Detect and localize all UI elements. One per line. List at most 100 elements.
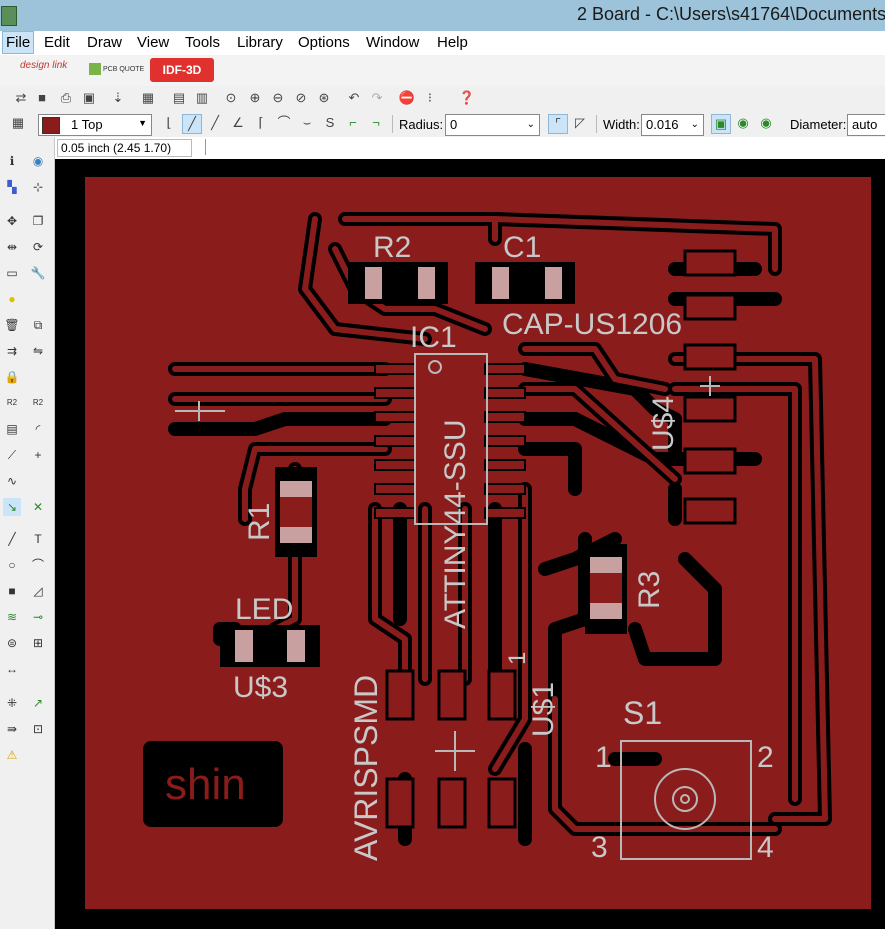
cam-icon[interactable]: ▣: [80, 89, 98, 107]
optimize-icon[interactable]: +: [29, 446, 47, 464]
display-icon[interactable]: ▚: [3, 178, 21, 196]
lock-icon[interactable]: 🔒: [3, 368, 21, 386]
errors-icon[interactable]: ⚠: [3, 746, 21, 764]
board-canvas[interactable]: R2 C1 CAP-US1206 IC1 ATTINY44-SSU U$4 R1…: [55, 159, 885, 929]
script-icon[interactable]: ⇣: [109, 89, 127, 107]
delete-icon[interactable]: 🗑: [3, 316, 21, 334]
rect-icon[interactable]: ■: [3, 582, 21, 600]
hole-icon[interactable]: ⊜: [3, 634, 21, 652]
pinswap-icon[interactable]: ⇋: [29, 342, 47, 360]
save-icon[interactable]: ■: [33, 89, 51, 107]
group-icon[interactable]: ▭: [3, 264, 21, 282]
width-select[interactable]: 0.016 ⌄: [641, 114, 704, 136]
menu-library[interactable]: Library: [237, 34, 283, 51]
info-icon[interactable]: ℹ: [3, 152, 21, 170]
zoom-select-icon[interactable]: ⊛: [315, 89, 333, 107]
attribute-icon[interactable]: ⊞: [29, 634, 47, 652]
follow-me-right-icon[interactable]: ¬: [367, 114, 385, 132]
go-icon[interactable]: ⁝: [421, 89, 439, 107]
autorouter-icon[interactable]: ↗: [29, 694, 47, 712]
copy-icon[interactable]: ❐: [29, 212, 47, 230]
round-corner-icon[interactable]: ⌜: [548, 114, 568, 134]
main-toolbar: ⇄ ■ ⎙ ▣ ⇣ ▦ ▤ ▥ ⊙ ⊕ ⊖ ⊘ ⊛ ↶ ↷ ⛔ ⁝ ❓: [0, 86, 885, 112]
mark-icon[interactable]: ⊹: [29, 178, 47, 196]
grid-icon[interactable]: ▦: [9, 114, 27, 132]
meander-icon[interactable]: ∿: [3, 472, 21, 490]
label-s1-pin2: 2: [757, 741, 774, 774]
via-icon[interactable]: ≋: [3, 608, 21, 626]
menu-window[interactable]: Window: [366, 34, 419, 51]
split-icon[interactable]: ⟋: [3, 446, 21, 464]
print-icon[interactable]: ⎙: [57, 89, 75, 107]
ripup-icon[interactable]: ✕: [29, 498, 47, 516]
wire-bend-6-icon[interactable]: ⌣: [298, 114, 316, 132]
radius-select[interactable]: 0 ⌄: [445, 114, 540, 136]
wire-bend-2-icon[interactable]: ╱: [206, 114, 224, 132]
menu-edit[interactable]: Edit: [44, 34, 70, 51]
mirror-icon[interactable]: ⇹: [3, 238, 21, 256]
show-icon[interactable]: ◉: [29, 152, 47, 170]
zoom-redraw-icon[interactable]: ⊘: [292, 89, 310, 107]
zoom-fit-icon[interactable]: ⊙: [222, 89, 240, 107]
wire-bend-3-icon[interactable]: ∠: [229, 114, 247, 132]
wire-bend-1-icon[interactable]: ╱: [182, 114, 202, 134]
help-icon[interactable]: ❓: [458, 89, 476, 107]
replace-icon[interactable]: ⇉: [3, 342, 21, 360]
menu-view[interactable]: View: [137, 34, 169, 51]
add-icon[interactable]: ⧉: [29, 316, 47, 334]
command-input[interactable]: [205, 139, 885, 155]
brd-icon[interactable]: ▥: [193, 89, 211, 107]
menu-draw[interactable]: Draw: [87, 34, 122, 51]
parameter-toolbar: ▦ 1 Top ▼ ⌊ ╱ ╱ ∠ ⌈ ⌒ ⌣ S ⌐ ¬ Radius: 0 …: [0, 111, 885, 138]
move-icon[interactable]: ✥: [3, 212, 21, 230]
name-icon[interactable]: R2: [3, 394, 21, 412]
via-round-icon[interactable]: ◉: [734, 114, 752, 132]
redo-icon[interactable]: ↷: [368, 89, 386, 107]
menu-file[interactable]: File: [2, 31, 35, 54]
design-link-button[interactable]: design link: [20, 61, 67, 71]
menu-tools[interactable]: Tools: [185, 34, 220, 51]
menu-help[interactable]: Help: [437, 34, 468, 51]
rotate-icon[interactable]: ⟳: [29, 238, 47, 256]
via-square-icon[interactable]: ▣: [711, 114, 731, 134]
label-r2: R2: [373, 231, 411, 264]
arc-icon[interactable]: ⌒: [29, 556, 47, 574]
wire-icon[interactable]: ╱: [3, 530, 21, 548]
diameter-select[interactable]: auto: [847, 114, 885, 136]
toolbar-separator: [596, 115, 597, 133]
undo-icon[interactable]: ↶: [345, 89, 363, 107]
label-ic1: IC1: [410, 321, 457, 354]
ratsnest-icon[interactable]: ⁜: [3, 694, 21, 712]
via-octagon-icon[interactable]: ◉: [757, 114, 775, 132]
change-icon[interactable]: 🔧: [29, 264, 47, 282]
smash-icon[interactable]: ▤: [3, 420, 21, 438]
polygon-icon[interactable]: ◿: [29, 582, 47, 600]
ulp-icon[interactable]: ▦: [139, 89, 157, 107]
stop-icon[interactable]: ⛔: [398, 89, 416, 107]
value-icon[interactable]: R2: [29, 394, 47, 412]
pcb-quote-button[interactable]: PCB QUOTE: [89, 63, 144, 75]
route-icon[interactable]: ↘: [3, 498, 21, 516]
menu-bar: File Edit Draw View Tools Library Option…: [0, 31, 885, 56]
erc-icon[interactable]: ⇛: [3, 720, 21, 738]
zoom-in-icon[interactable]: ⊕: [246, 89, 264, 107]
text-icon[interactable]: T: [29, 530, 47, 548]
chamfer-corner-icon[interactable]: ◸: [571, 114, 589, 132]
drc-icon[interactable]: ⊡: [29, 720, 47, 738]
wire-bend-4-icon[interactable]: ⌈: [252, 114, 270, 132]
sch-icon[interactable]: ▤: [170, 89, 188, 107]
paste-icon[interactable]: ●: [3, 290, 21, 308]
wire-bend-0-icon[interactable]: ⌊: [160, 114, 178, 132]
miter-icon[interactable]: ◜: [29, 420, 47, 438]
circle-icon[interactable]: ○: [3, 556, 21, 574]
open-icon[interactable]: ⇄: [12, 89, 30, 107]
wire-bend-7-icon[interactable]: S: [321, 114, 339, 132]
follow-me-left-icon[interactable]: ⌐: [344, 114, 362, 132]
idf-3d-button[interactable]: IDF-3D: [150, 58, 214, 82]
menu-options[interactable]: Options: [298, 34, 350, 51]
dimension-icon[interactable]: ↔: [3, 660, 21, 678]
layer-select[interactable]: 1 Top ▼: [38, 114, 152, 136]
signal-icon[interactable]: ⊸: [29, 608, 47, 626]
zoom-out-icon[interactable]: ⊖: [269, 89, 287, 107]
wire-bend-5-icon[interactable]: ⌒: [275, 114, 293, 132]
